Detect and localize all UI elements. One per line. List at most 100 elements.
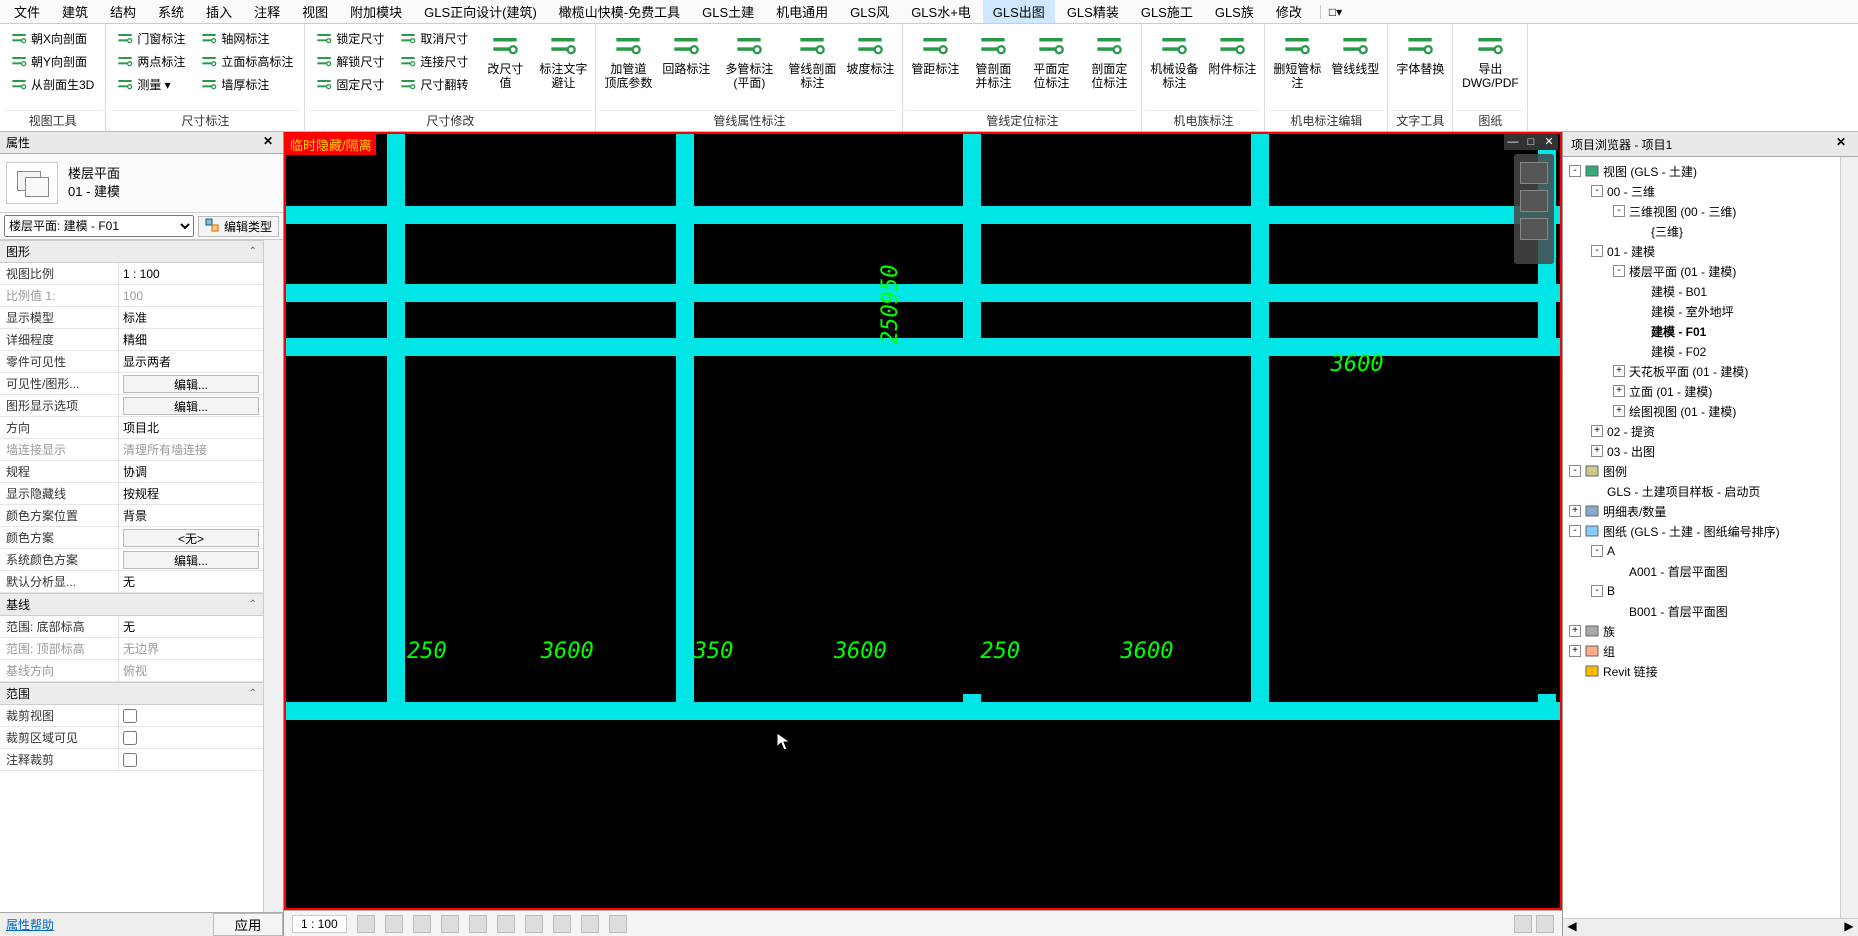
menu-item[interactable]: 机电通用 [766,0,838,23]
crop-view-icon[interactable] [469,915,487,933]
ribbon-button[interactable]: 导出DWG/PDF [1456,27,1524,107]
tree-item[interactable]: GLS - 土建项目样板 - 启动页 [1565,481,1838,501]
wall-element[interactable] [286,702,1560,720]
tree-item[interactable]: -楼层平面 (01 - 建模) [1565,261,1838,281]
property-value[interactable] [118,705,263,726]
property-value[interactable] [118,638,263,659]
ribbon-button[interactable]: 剖面定位标注 [1080,27,1138,107]
tree-item[interactable]: +绘图视图 (01 - 建模) [1565,401,1838,421]
menu-item[interactable]: GLS土建 [692,0,764,23]
dimension-text[interactable]: 3600 [1120,639,1173,664]
tree-expander-icon[interactable]: - [1613,205,1625,217]
tree-expander-icon[interactable]: - [1591,545,1603,557]
property-input[interactable] [123,289,259,303]
property-value[interactable] [118,307,263,328]
property-input[interactable] [123,421,259,435]
tree-item[interactable]: -图例 [1565,461,1838,481]
menu-item[interactable]: 修改 [1266,0,1312,23]
tree-item[interactable]: +天花板平面 (01 - 建模) [1565,361,1838,381]
properties-help-link[interactable]: 属性帮助 [0,913,213,936]
tree-item[interactable]: -视图 (GLS - 土建) [1565,161,1838,181]
wall-element[interactable] [1251,134,1269,720]
property-value[interactable] [118,571,263,592]
nav-pan-icon[interactable] [1520,190,1548,212]
ribbon-button[interactable]: 标注文字避让 [534,27,592,107]
ribbon-button[interactable]: 取消尺寸 [394,27,474,49]
sun-path-icon[interactable] [413,915,431,933]
tree-item[interactable]: +02 - 提资 [1565,421,1838,441]
property-value[interactable]: 编辑... [118,373,263,394]
tree-expander-icon[interactable]: + [1569,505,1581,517]
property-input[interactable] [123,267,259,281]
close-icon[interactable]: ✕ [259,134,277,152]
property-value[interactable]: <无> [118,527,263,548]
tree-expander-icon[interactable]: + [1613,385,1625,397]
menu-item[interactable]: GLS施工 [1131,0,1203,23]
menu-item[interactable]: GLS精装 [1057,0,1129,23]
ribbon-button[interactable]: 锁定尺寸 [310,27,390,49]
property-checkbox[interactable] [123,709,137,723]
tree-item[interactable]: -B [1565,581,1838,601]
property-input[interactable] [123,487,259,501]
constraints-icon[interactable] [609,915,627,933]
property-input[interactable] [123,465,259,479]
view-scale-button[interactable]: 1 : 100 [292,915,347,933]
wall-element[interactable] [387,134,405,720]
ribbon-button[interactable]: 门窗标注 [111,27,191,49]
ribbon-button[interactable]: 机械设备标注 [1145,27,1203,107]
detail-level-icon[interactable] [357,915,375,933]
property-value[interactable] [118,329,263,350]
scrollbar[interactable] [1840,157,1858,918]
property-input[interactable] [123,642,259,656]
dimension-text[interactable]: 250 [980,639,1020,664]
tree-item[interactable]: +立面 (01 - 建模) [1565,381,1838,401]
instance-filter-dropdown[interactable]: 楼层平面: 建模 - F01 [4,215,194,237]
dimension-text[interactable]: 350 [694,639,734,664]
menu-item[interactable]: 插入 [196,0,242,23]
tree-item[interactable]: -00 - 三维 [1565,181,1838,201]
property-value[interactable] [118,616,263,637]
tree-item[interactable]: 建模 - 室外地坪 [1565,301,1838,321]
property-value[interactable] [118,461,263,482]
property-value[interactable]: 编辑... [118,395,263,416]
apply-button[interactable]: 应用 [213,913,283,936]
menu-item[interactable]: 文件 [4,0,50,23]
property-input[interactable] [123,333,259,347]
tree-item[interactable]: B001 - 首层平面图 [1565,601,1838,621]
ribbon-button[interactable]: 立面标高标注 [195,50,299,72]
close-view-button[interactable]: ✕ [1540,134,1558,150]
worksharing-icon[interactable] [553,915,571,933]
ribbon-button[interactable]: 管线剖面标注 [783,27,841,107]
tree-item[interactable]: -三维视图 (00 - 三维) [1565,201,1838,221]
ribbon-button[interactable]: 尺寸翻转 [394,73,474,95]
tree-item[interactable]: +03 - 出图 [1565,441,1838,461]
menu-item[interactable]: 系统 [148,0,194,23]
menu-item[interactable]: GLS出图 [983,0,1055,23]
minimize-view-button[interactable]: — [1504,134,1522,150]
menu-item[interactable]: 橄榄山快模-免费工具 [549,0,690,23]
menu-item[interactable]: 建筑 [52,0,98,23]
tree-item[interactable]: +组 [1565,641,1838,661]
tree-expander-icon[interactable]: + [1591,425,1603,437]
properties-list[interactable]: 图形⌃视图比例比例值 1:显示模型详细程度零件可见性可见性/图形...编辑...… [0,240,263,912]
property-section-header[interactable]: 图形⌃ [0,240,263,263]
tree-item[interactable]: {三维} [1565,221,1838,241]
property-section-header[interactable]: 范围⌃ [0,682,263,705]
tree-item[interactable]: 建模 - B01 [1565,281,1838,301]
ribbon-button[interactable]: 改尺寸值 [476,27,534,107]
shadows-icon[interactable] [441,915,459,933]
property-value[interactable] [118,417,263,438]
edit-button[interactable]: <无> [123,529,259,547]
property-input[interactable] [123,664,259,678]
ribbon-button[interactable]: 测量 ▾ [111,73,191,95]
ribbon-button[interactable]: 墙厚标注 [195,73,299,95]
property-input[interactable] [123,620,259,634]
property-input[interactable] [123,575,259,589]
ribbon-button[interactable]: 朝Y向剖面 [5,50,100,72]
property-value[interactable]: 编辑... [118,549,263,570]
edit-type-button[interactable]: 编辑类型 [198,216,279,237]
edit-button[interactable]: 编辑... [123,397,259,415]
hide-isolate-icon[interactable] [497,915,515,933]
nav-zoom-icon[interactable] [1520,162,1548,184]
edit-button[interactable]: 编辑... [123,551,259,569]
